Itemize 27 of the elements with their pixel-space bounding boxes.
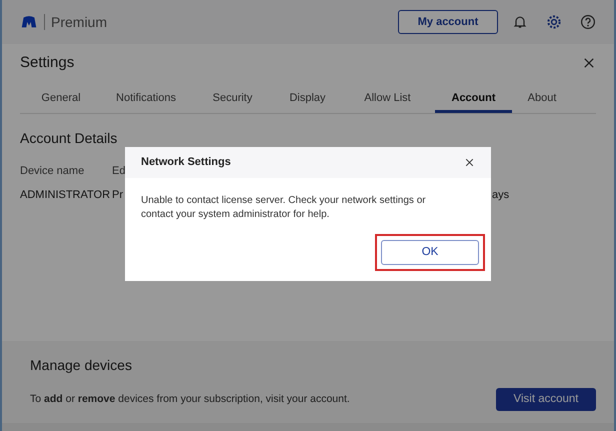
field-label: Device name bbox=[20, 164, 84, 178]
settings-tab[interactable]: About bbox=[512, 86, 572, 112]
section-heading: Manage devices bbox=[30, 356, 133, 375]
bell-icon[interactable] bbox=[512, 14, 528, 30]
description-text: To add or remove devices from your subscription, visit your account. bbox=[30, 392, 350, 407]
field-value: ADMINISTRATOR bbox=[20, 188, 110, 203]
field-value: ays bbox=[492, 188, 510, 203]
my-account-button[interactable]: My account bbox=[398, 10, 498, 34]
settings-tab[interactable]: Security bbox=[190, 86, 275, 112]
field-value: Pr bbox=[112, 188, 123, 203]
visit-account-button[interactable]: Visit account bbox=[496, 388, 596, 411]
settings-tab[interactable]: Display bbox=[275, 86, 340, 112]
settings-title: Settings bbox=[20, 53, 74, 73]
ok-button[interactable]: OK bbox=[381, 240, 479, 265]
settings-icon[interactable] bbox=[546, 14, 562, 30]
field-label: Ed bbox=[112, 164, 126, 178]
settings-tab[interactable]: General bbox=[20, 86, 102, 112]
product-name: Premium bbox=[51, 12, 108, 32]
help-icon[interactable] bbox=[580, 14, 596, 30]
section-heading: Account Details bbox=[20, 128, 118, 148]
close-icon[interactable] bbox=[464, 157, 475, 168]
close-icon[interactable] bbox=[582, 56, 596, 70]
settings-tab[interactable]: Account bbox=[435, 86, 512, 112]
dialog-message: Unable to contact license server. Check your network settings or contact your system administrator for help. bbox=[140, 194, 427, 222]
settings-tab[interactable]: Allow List bbox=[340, 86, 435, 112]
dialog-title: Network Settings bbox=[141, 155, 231, 170]
settings-tab[interactable]: Notifications bbox=[102, 86, 190, 112]
